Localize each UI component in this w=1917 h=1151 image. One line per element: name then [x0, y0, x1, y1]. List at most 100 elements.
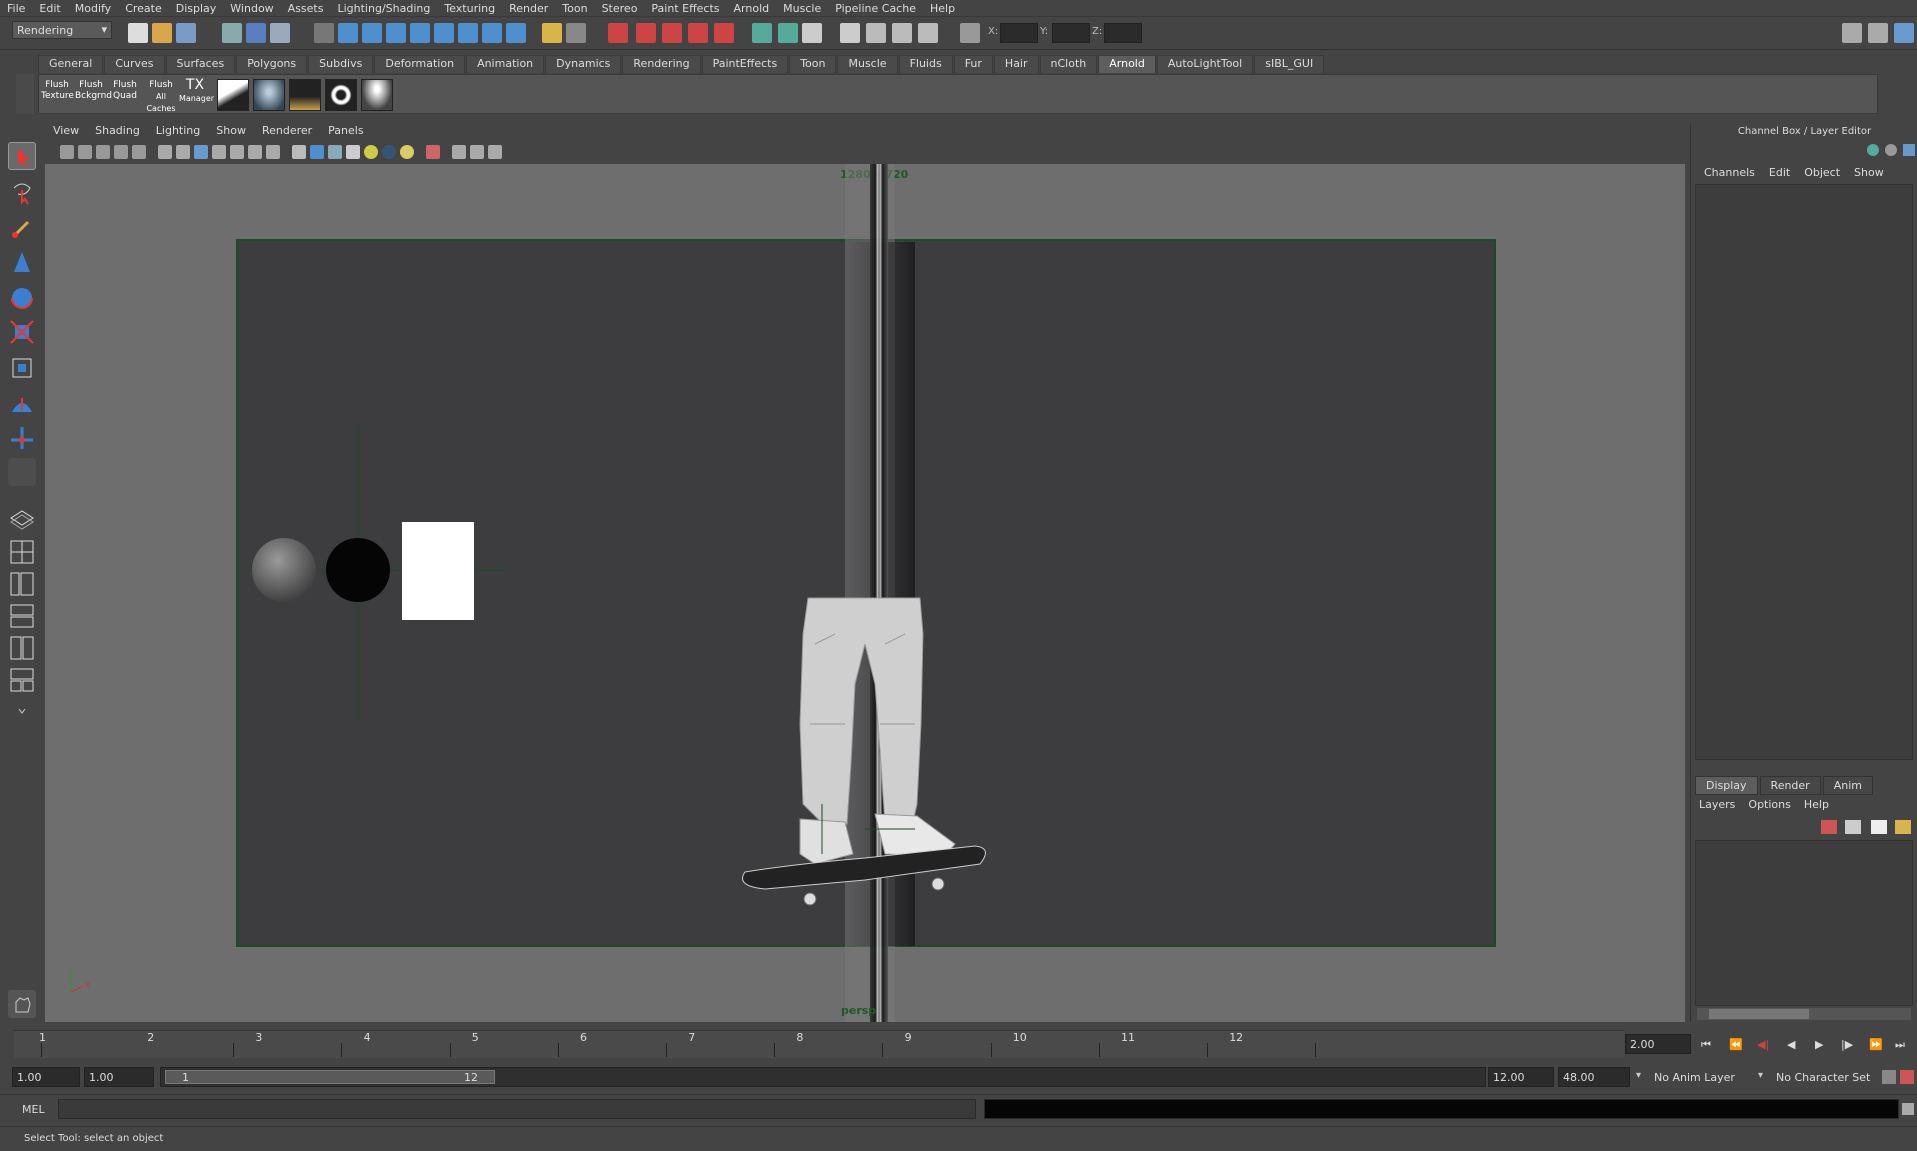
- film-gate-icon[interactable]: [176, 145, 190, 159]
- white-card[interactable]: [402, 522, 474, 620]
- scale-tool-icon[interactable]: [8, 318, 36, 346]
- select-component-icon[interactable]: [270, 23, 290, 43]
- tx-manager-button[interactable]: TX Manager: [179, 78, 214, 110]
- layer-tab-render[interactable]: Render: [1759, 776, 1821, 795]
- shelf-tab-general[interactable]: General: [38, 55, 104, 73]
- select-joints-icon[interactable]: [362, 23, 382, 43]
- shelf-tab-polygons[interactable]: Polygons: [236, 55, 308, 73]
- panel-menu-renderer[interactable]: Renderer: [254, 124, 320, 140]
- layer-down-icon[interactable]: [1895, 820, 1911, 834]
- rotate-tool-icon[interactable]: [8, 284, 36, 312]
- menu-render[interactable]: Render: [502, 2, 555, 15]
- select-misc-icon[interactable]: [506, 23, 526, 43]
- shelf-tab-muscle[interactable]: Muscle: [837, 55, 898, 73]
- shelf-tab-ncloth[interactable]: nCloth: [1039, 55, 1098, 73]
- wireframe-on-shaded-icon[interactable]: [328, 145, 342, 159]
- isolate-select-icon[interactable]: [452, 145, 466, 159]
- layer-up-icon[interactable]: [1871, 820, 1887, 834]
- menu-pipeline-cache[interactable]: Pipeline Cache: [828, 2, 923, 15]
- menuset-dropdown[interactable]: Rendering: [12, 21, 112, 39]
- grid-icon[interactable]: [158, 145, 172, 159]
- shelf-tab-arnold[interactable]: Arnold: [1098, 55, 1156, 73]
- menu-toon[interactable]: Toon: [555, 2, 594, 15]
- shelf-tab-subdivs[interactable]: Subdivs: [308, 55, 374, 73]
- soft-modification-icon[interactable]: [8, 390, 36, 418]
- shelf-tab-curves[interactable]: Curves: [104, 55, 165, 73]
- field-chart-icon[interactable]: [230, 145, 244, 159]
- gate-mask-icon[interactable]: [212, 145, 226, 159]
- anim-layer-chevron-icon[interactable]: ▾: [1636, 1070, 1641, 1081]
- z-field[interactable]: [1104, 23, 1142, 43]
- resolution-gate-icon[interactable]: [194, 145, 208, 159]
- auto-key-icon[interactable]: [1882, 1070, 1896, 1084]
- shelf-tab-painteffects[interactable]: PaintEffects: [701, 55, 789, 73]
- play-backwards-icon[interactable]: ◀: [1787, 1038, 1795, 1051]
- shelf-menu-icon[interactable]: [16, 74, 34, 114]
- menu-stereo[interactable]: Stereo: [595, 2, 645, 15]
- channel-box-menu-show[interactable]: Show: [1847, 166, 1891, 179]
- step-back-key-icon[interactable]: ⏪: [1729, 1038, 1743, 1051]
- save-scene-icon[interactable]: [176, 23, 196, 43]
- shelf-tab-rendering[interactable]: Rendering: [622, 55, 701, 73]
- current-frame-field[interactable]: 2.00: [1625, 1034, 1691, 1054]
- xray-icon[interactable]: [426, 145, 440, 159]
- smooth-shade-icon[interactable]: [310, 145, 324, 159]
- menu-file[interactable]: File: [0, 2, 32, 15]
- script-editor-icon[interactable]: [1902, 1103, 1914, 1115]
- default-lighting-icon[interactable]: [364, 145, 378, 159]
- go-to-start-icon[interactable]: ⏮: [1701, 1038, 1711, 1052]
- lasso-tool-icon[interactable]: [8, 178, 36, 206]
- new-scene-icon[interactable]: [128, 23, 148, 43]
- menu-muscle[interactable]: Muscle: [776, 2, 828, 15]
- textured-icon[interactable]: [346, 145, 360, 159]
- single-perspective-layout-icon[interactable]: [8, 504, 36, 532]
- command-input[interactable]: [58, 1099, 976, 1119]
- shelf-tab-dynamics[interactable]: Dynamics: [545, 55, 622, 73]
- playback-end-field[interactable]: 12.00: [1488, 1067, 1554, 1087]
- render-settings-icon[interactable]: [892, 23, 912, 43]
- ipr-render-icon[interactable]: [866, 23, 886, 43]
- four-view-layout-icon[interactable]: [8, 538, 36, 566]
- mesh-light-icon[interactable]: [325, 79, 357, 111]
- bookmarks-icon[interactable]: [96, 145, 110, 159]
- skydome-light-icon[interactable]: [253, 79, 285, 111]
- step-forward-frame-icon[interactable]: |▶: [1841, 1038, 1853, 1051]
- layer-menu-help[interactable]: Help: [1804, 798, 1836, 811]
- select-dynamics-icon[interactable]: [458, 23, 478, 43]
- layer-tab-display[interactable]: Display: [1695, 776, 1758, 795]
- shelf-tab-toon[interactable]: Toon: [789, 55, 837, 73]
- output-ops-icon[interactable]: [778, 23, 798, 43]
- viewport-persp[interactable]: 1280 x 720: [45, 164, 1685, 1022]
- shelf-tab-fluids[interactable]: Fluids: [898, 55, 953, 73]
- move-tool-icon[interactable]: [8, 248, 36, 276]
- filter-icon[interactable]: [314, 23, 334, 43]
- safe-title-icon[interactable]: [266, 145, 280, 159]
- persp-graph-layout-icon[interactable]: [8, 602, 36, 630]
- black-sphere[interactable]: [326, 538, 390, 602]
- select-camera-icon[interactable]: [60, 145, 74, 159]
- input-ops-icon[interactable]: [752, 23, 772, 43]
- menu-edit[interactable]: Edit: [32, 2, 67, 15]
- transform-mode-icon[interactable]: [960, 23, 980, 43]
- menu-modify[interactable]: Modify: [68, 2, 118, 15]
- channel-box-icon[interactable]: [1894, 23, 1914, 43]
- safe-action-icon[interactable]: [248, 145, 262, 159]
- highlight-selection-icon[interactable]: [566, 23, 586, 43]
- grey-sphere[interactable]: [252, 538, 316, 602]
- hotbox-icon[interactable]: [8, 990, 36, 1018]
- area-light-icon[interactable]: [217, 79, 249, 111]
- open-scene-icon[interactable]: [152, 23, 172, 43]
- select-rendering-icon[interactable]: [482, 23, 502, 43]
- time-slider[interactable]: 1 2 3 4 5 6 7 8 9 10 11 12: [14, 1030, 1624, 1058]
- menu-display[interactable]: Display: [169, 2, 224, 15]
- character-set-chevron-icon[interactable]: ▾: [1758, 1070, 1763, 1081]
- flush-background-button[interactable]: Flush Bckgrnd: [75, 80, 112, 110]
- snap-grid-icon[interactable]: [608, 23, 628, 43]
- layer-menu-options[interactable]: Options: [1748, 798, 1797, 811]
- paint-select-tool-icon[interactable]: [8, 214, 36, 242]
- persp-outliner-layout-icon[interactable]: [8, 570, 36, 598]
- go-to-end-icon[interactable]: ⏭: [1895, 1038, 1905, 1052]
- universal-manipulator-icon[interactable]: [8, 354, 36, 382]
- playback-start-field[interactable]: 1.00: [84, 1067, 154, 1087]
- menu-assets[interactable]: Assets: [281, 2, 331, 15]
